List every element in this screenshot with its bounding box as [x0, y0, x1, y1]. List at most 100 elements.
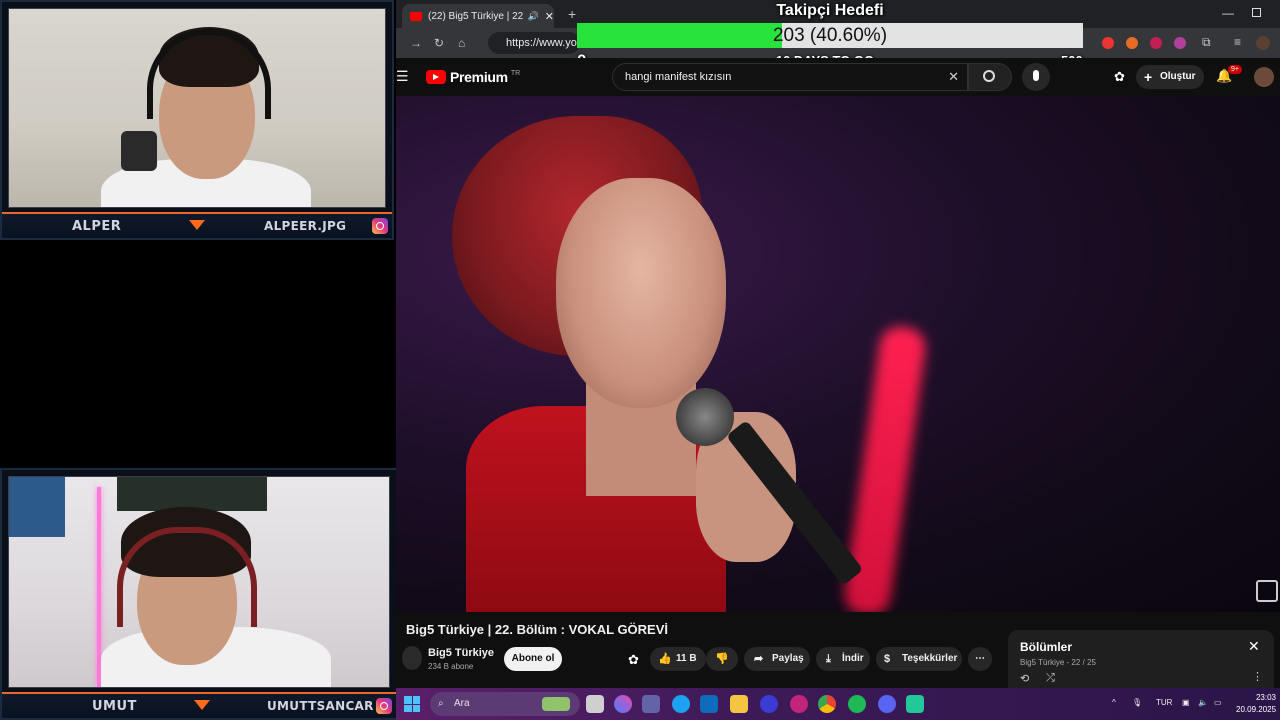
- instagram-handle: ALPEER.JPG: [264, 219, 347, 233]
- chapters-subtitle: Big5 Türkiye - 22 / 25: [1020, 658, 1096, 667]
- webcam-top: ALPER ALPEER.JPG: [0, 0, 394, 240]
- goal-title: Takipçi Hedefi: [776, 2, 884, 19]
- microphone: [676, 388, 734, 446]
- youtube-logo[interactable]: Premium TR: [426, 69, 520, 85]
- search-input[interactable]: hangi manifest kızısın ✕: [612, 63, 968, 91]
- dislike-button[interactable]: 👎: [706, 647, 738, 671]
- loop-icon[interactable]: ⟲: [1020, 672, 1029, 685]
- thumbs-down-icon: 👎: [715, 653, 729, 665]
- download-icon: ⤓: [826, 653, 831, 665]
- extension-icon[interactable]: [1174, 37, 1186, 49]
- mic-icon[interactable]: 🎙: [1132, 698, 1142, 707]
- logo-region: TR: [510, 69, 521, 77]
- avatar[interactable]: [1254, 67, 1274, 87]
- thanks-button[interactable]: $ Teşekkürler: [876, 647, 962, 671]
- vibe-icon[interactable]: ✿: [1114, 69, 1125, 85]
- close-icon[interactable]: ✕: [1248, 638, 1260, 655]
- video-title: Big5 Türkiye | 22. Bölüm : VOKAL GÖREVİ: [406, 622, 669, 637]
- channel-avatar[interactable]: [402, 646, 422, 670]
- new-tab-icon[interactable]: +: [568, 6, 576, 22]
- tray-chevron-icon[interactable]: ^: [1112, 698, 1116, 707]
- volume-icon[interactable]: 🔈: [1198, 698, 1208, 707]
- clock-time: 23:03: [1255, 693, 1276, 702]
- reload-icon[interactable]: ↻: [434, 36, 444, 50]
- instagram-icon: [372, 218, 388, 234]
- windows-start-icon[interactable]: [404, 696, 420, 712]
- file-explorer-icon[interactable]: [730, 695, 748, 713]
- minimize-icon[interactable]: —: [1222, 6, 1234, 20]
- poster: [9, 477, 65, 537]
- tab-youtube[interactable]: (22) Big5 Türkiye | 22. Bölüm 🔊 ✕: [402, 4, 554, 28]
- url-text: https://www.yout: [506, 37, 587, 49]
- share-button[interactable]: ➦ Paylaş: [744, 647, 810, 671]
- more-icon[interactable]: ⋮: [1252, 670, 1263, 683]
- taskview-icon[interactable]: [586, 695, 604, 713]
- extension-icon[interactable]: [1126, 37, 1138, 49]
- clear-search-icon[interactable]: ✕: [948, 64, 959, 90]
- chrome-icon[interactable]: [818, 695, 836, 713]
- ask-icon[interactable]: ✿: [628, 652, 639, 668]
- like-count: 11 B: [676, 653, 697, 664]
- create-button[interactable]: + Oluştur: [1136, 65, 1204, 89]
- channel-name[interactable]: Big5 Türkiye: [428, 647, 494, 659]
- thumbs-up-icon: 👍: [658, 653, 672, 665]
- edge-icon[interactable]: [672, 695, 690, 713]
- more-actions-button[interactable]: ⋯: [968, 647, 992, 671]
- app-icon[interactable]: [790, 695, 808, 713]
- app-icon[interactable]: [760, 695, 778, 713]
- profile-avatar[interactable]: [1256, 36, 1270, 50]
- webcam-bottom: UMUT UMUTTSANCAR: [0, 468, 398, 720]
- extension-icon[interactable]: [1150, 37, 1162, 49]
- shuffle-icon[interactable]: ⤮: [1046, 672, 1055, 685]
- webcam-top-namebar: ALPER ALPEER.JPG: [2, 212, 392, 238]
- close-tab-icon[interactable]: ✕: [545, 10, 554, 23]
- download-button[interactable]: ⤓ İndir: [816, 647, 870, 671]
- taskbar-search[interactable]: ⌕ Ara: [430, 692, 580, 716]
- youtube-header: ☰ Premium TR hangi manifest kızısın ✕ ✿ …: [396, 58, 1280, 96]
- webcam-bottom-namebar: UMUT UMUTTSANCAR: [2, 692, 396, 718]
- taskbar-clock[interactable]: 23:03 20.09.2025: [1236, 692, 1280, 716]
- singer-face: [556, 178, 726, 408]
- goal-current: 203 (40.60%): [772, 25, 888, 46]
- extension-icon[interactable]: [1102, 37, 1114, 49]
- streamer-name: ALPER: [72, 218, 122, 234]
- triangle-icon: [194, 700, 210, 710]
- taskbar: ⌕ Ara ^ 🎙 TUR ▣ 🔈 ▭ 23:03 20.09.2025: [396, 688, 1280, 720]
- url-field[interactable]: https://www.yout: [488, 32, 586, 54]
- speaker-icon[interactable]: 🔊: [528, 11, 539, 22]
- discord-icon[interactable]: [878, 695, 896, 713]
- menu-icon[interactable]: ≡: [1234, 35, 1241, 49]
- search-icon: ⌕: [438, 698, 444, 709]
- copilot-icon[interactable]: [614, 695, 632, 713]
- thanks-label: Teşekkürler: [902, 653, 958, 664]
- youtube-favicon-icon: [410, 11, 422, 21]
- youtube-play-icon: [426, 70, 446, 84]
- network-icon[interactable]: ▣: [1182, 698, 1190, 707]
- puzzle-icon[interactable]: ⧉: [1202, 35, 1211, 50]
- app-icon[interactable]: [906, 695, 924, 713]
- chapters-title: Bölümler: [1020, 640, 1073, 654]
- video-player[interactable]: [396, 96, 1280, 612]
- home-icon[interactable]: ⌂: [458, 36, 465, 50]
- search-placeholder: Ara: [454, 698, 470, 709]
- search-value: hangi manifest kızısın: [625, 71, 732, 83]
- create-label: Oluştur: [1160, 71, 1196, 82]
- video-info: Big5 Türkiye | 22. Bölüm : VOKAL GÖREVİ …: [396, 612, 1280, 688]
- maximize-icon[interactable]: [1252, 8, 1261, 17]
- subscriber-count: 234 B abone: [428, 662, 474, 671]
- voice-search-button[interactable]: [1022, 63, 1050, 91]
- miniplayer-icon[interactable]: [1256, 580, 1278, 602]
- subscribe-button[interactable]: Abone ol: [504, 647, 562, 671]
- battery-icon[interactable]: ▭: [1214, 698, 1222, 707]
- instagram-handle: UMUTTSANCAR: [267, 699, 374, 713]
- search-button[interactable]: [968, 63, 1012, 91]
- share-icon: ➦: [754, 653, 764, 665]
- language-indicator[interactable]: TUR: [1156, 698, 1172, 707]
- outlook-icon[interactable]: [700, 695, 718, 713]
- hamburger-icon[interactable]: ☰: [396, 68, 409, 85]
- forward-icon[interactable]: →: [410, 36, 422, 50]
- like-button[interactable]: 👍 11 B: [650, 647, 706, 671]
- teams-icon[interactable]: [642, 695, 660, 713]
- spotify-icon[interactable]: [848, 695, 866, 713]
- streamer-name: UMUT: [92, 698, 137, 714]
